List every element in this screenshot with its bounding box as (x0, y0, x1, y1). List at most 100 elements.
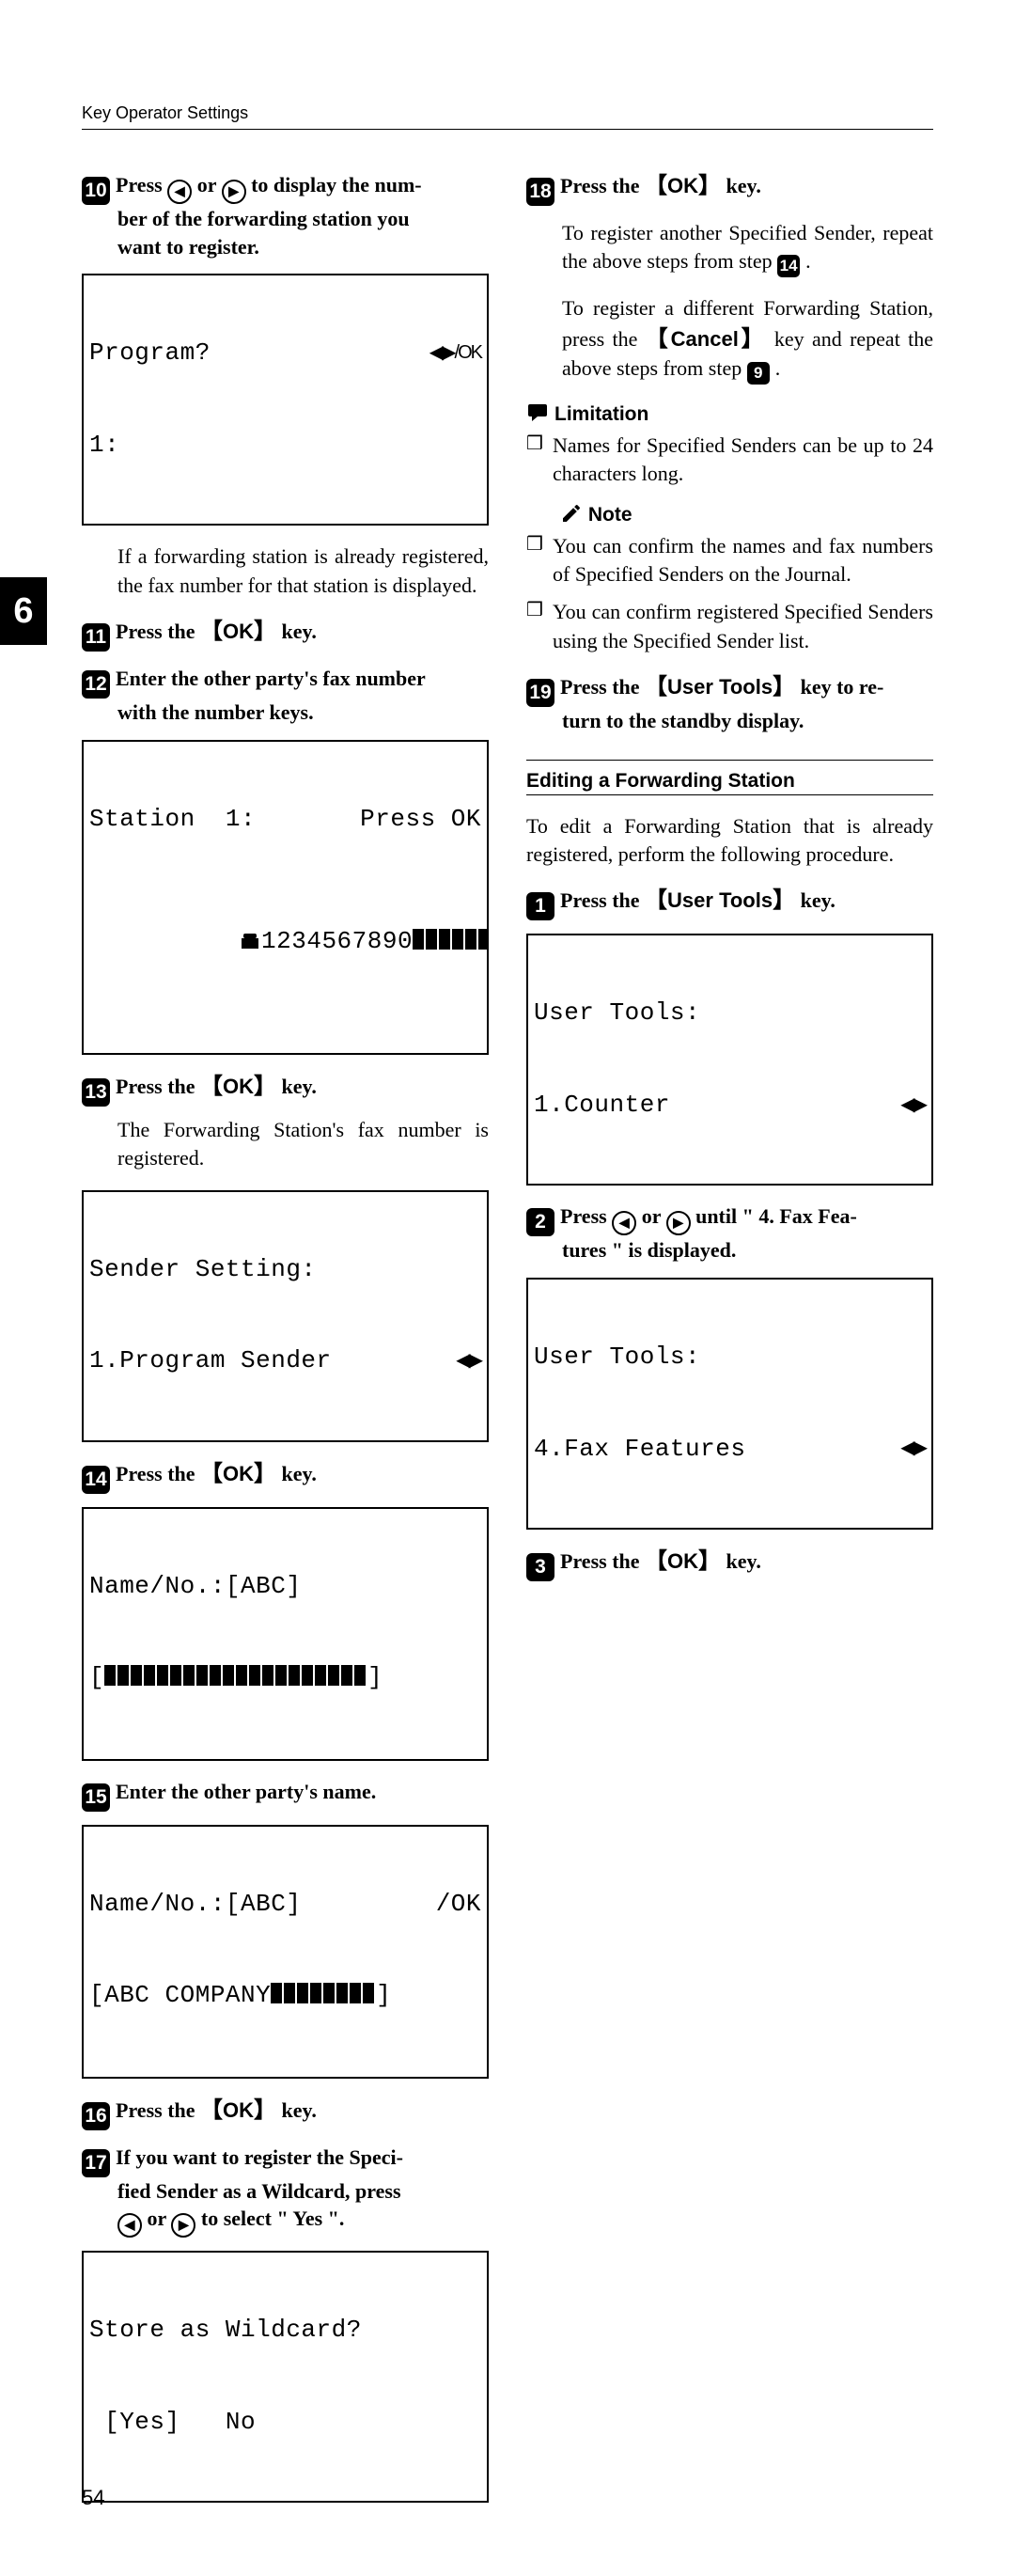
ok-key: OK (223, 2098, 254, 2122)
step-14: 14Press the 【OK】 key. (82, 1459, 489, 1494)
lcd-arrows-icon: ◀▶ (456, 1349, 481, 1373)
step-number-badge: 12 (82, 670, 110, 699)
step-text: Press the (116, 1075, 200, 1098)
left-arrow-icon: ◀ (167, 180, 192, 204)
cursor-blocks-icon (104, 1664, 367, 1695)
step-text: or (636, 1204, 665, 1228)
header-rule (82, 129, 933, 130)
user-tools-key: User Tools (667, 888, 773, 912)
cursor-blocks-icon (271, 1982, 376, 2013)
step-number-badge: 17 (82, 2149, 110, 2177)
step-text: with the number keys. (117, 699, 489, 727)
step-text: Press the (560, 675, 645, 699)
note-heading: Note (526, 502, 933, 526)
body-text: To register another Specified Sender, re… (562, 219, 933, 277)
lcd-display: User Tools: 1.Counter ◀▶ (526, 934, 933, 1186)
step-17: 17If you want to register the Speci- fie… (82, 2144, 489, 2238)
header-title: Key Operator Settings (82, 103, 248, 122)
section-rule (526, 794, 933, 795)
limitation-heading: Limitation (526, 401, 933, 426)
lcd-text: User Tools: (534, 997, 926, 1029)
note-item: ❒ You can confirm the names and fax numb… (526, 532, 933, 589)
step-number-badge: 16 (82, 2102, 110, 2130)
lcd-text: /OK (436, 1889, 481, 1920)
step-number-badge: 13 (82, 1078, 110, 1107)
edit-step-2: 2Press ◀ or ▶ until " 4. Fax Fea- tures … (526, 1202, 933, 1264)
running-header: Key Operator Settings (82, 103, 933, 134)
body-text: To register another Specified Sender, re… (562, 221, 933, 273)
body-text: . (805, 249, 811, 273)
step-text: Enter the other party's fax number (116, 667, 426, 690)
lcd-text: 4.Fax Features (534, 1434, 745, 1465)
step-number-badge: 10 (82, 177, 110, 205)
lcd-text: Sender Setting: (89, 1254, 481, 1285)
right-arrow-icon: ▶ (171, 2213, 195, 2238)
left-arrow-icon: ◀ (117, 2213, 142, 2238)
lcd-display: Name/No.:[ABC] /OK [ABC COMPANY] (82, 1825, 489, 2079)
lcd-text: [ (89, 1663, 104, 1691)
ok-key: OK (223, 620, 254, 643)
lcd-arrows-icon: ◀▶ (900, 1093, 926, 1117)
lcd-text: Name/No.:[ABC] (89, 1571, 481, 1602)
step-18: 18Press the 【OK】 key. (526, 171, 933, 206)
step-number-badge: 18 (526, 178, 554, 206)
limitation-item: ❒ Names for Specified Senders can be up … (526, 432, 933, 489)
section-rule (526, 760, 933, 761)
lcd-text: Name/No.:[ABC] (89, 1889, 301, 1920)
step-15: 15 Enter the other party's name. (82, 1778, 489, 1812)
lcd-text: [ABC COMPANY (89, 1981, 271, 2009)
bullet-text: Names for Specified Senders can be up to… (553, 432, 933, 489)
step-text: ber of the forwarding station you (117, 205, 489, 233)
step-16: 16Press the 【OK】 key. (82, 2096, 489, 2130)
lcd-text: Press OK (360, 804, 481, 835)
step-text: key. (276, 2098, 317, 2122)
step-number-badge: 14 (82, 1466, 110, 1494)
right-arrow-icon: ▶ (222, 180, 246, 204)
speech-bubble-icon (526, 401, 549, 424)
step-text: key. (721, 174, 761, 197)
lcd-display: Store as Wildcard? [Yes] No (82, 2251, 489, 2503)
body-text: If a forwarding station is already regis… (117, 542, 489, 600)
lcd-display: Program?◀▶/OK 1: (82, 274, 489, 526)
lcd-text: 1.Counter (534, 1090, 670, 1121)
step-number-badge: 3 (526, 1553, 554, 1581)
bullet-icon: ❒ (526, 598, 553, 655)
step-text: Enter the other party's name. (116, 1780, 376, 1803)
step-number-badge: 11 (82, 623, 110, 652)
note-label: Note (588, 504, 632, 526)
step-number-badge: 15 (82, 1783, 110, 1812)
lcd-text: ] (376, 1981, 391, 2009)
step-text: want to register. (117, 233, 489, 261)
lcd-text: User Tools: (534, 1342, 926, 1373)
step-11: 11Press the 【OK】 key. (82, 617, 489, 652)
telephone-icon (241, 933, 259, 950)
step-text: Press (116, 173, 167, 196)
step-text: Press the (116, 2098, 200, 2122)
step-number-badge: 1 (526, 892, 554, 920)
page: 6 Key Operator Settings 10Press ◀ or ▶ t… (0, 0, 1015, 2576)
ok-key: OK (667, 1549, 698, 1573)
step-text: key. (276, 620, 317, 643)
body-text: To edit a Forwarding Station that is alr… (526, 812, 933, 870)
lcd-display: Station 1:Press OK 1234567890 (82, 740, 489, 1055)
right-arrow-icon: ▶ (666, 1211, 691, 1235)
step-text: Press the (116, 620, 200, 643)
step-ref-badge: 9 (747, 362, 770, 385)
lcd-text: [Yes] No (89, 2407, 481, 2438)
step-12: 12 Enter the other party's fax number wit… (82, 665, 489, 727)
cancel-key: Cancel (671, 327, 739, 351)
ok-key: OK (223, 1075, 254, 1098)
body-text: To register a different Forwarding Stati… (562, 294, 933, 384)
lcd-arrows-icon: ◀▶ (900, 1437, 926, 1460)
step-text: until " 4. Fax Fea- (691, 1204, 857, 1228)
left-column: 10Press ◀ or ▶ to display the num- ber o… (82, 171, 489, 2520)
user-tools-key: User Tools (667, 675, 773, 699)
edit-step-1: 1Press the 【User Tools】 key. (526, 886, 933, 920)
body-text: The Forwarding Station's fax number is r… (117, 1116, 489, 1173)
lcd-text: Station 1: (89, 804, 256, 835)
step-number-badge: 2 (526, 1208, 554, 1236)
lcd-display: User Tools: 4.Fax Features ◀▶ (526, 1278, 933, 1530)
cursor-blocks-icon (413, 928, 489, 959)
step-text: key to re- (795, 675, 883, 699)
step-text: Press the (116, 1462, 200, 1485)
